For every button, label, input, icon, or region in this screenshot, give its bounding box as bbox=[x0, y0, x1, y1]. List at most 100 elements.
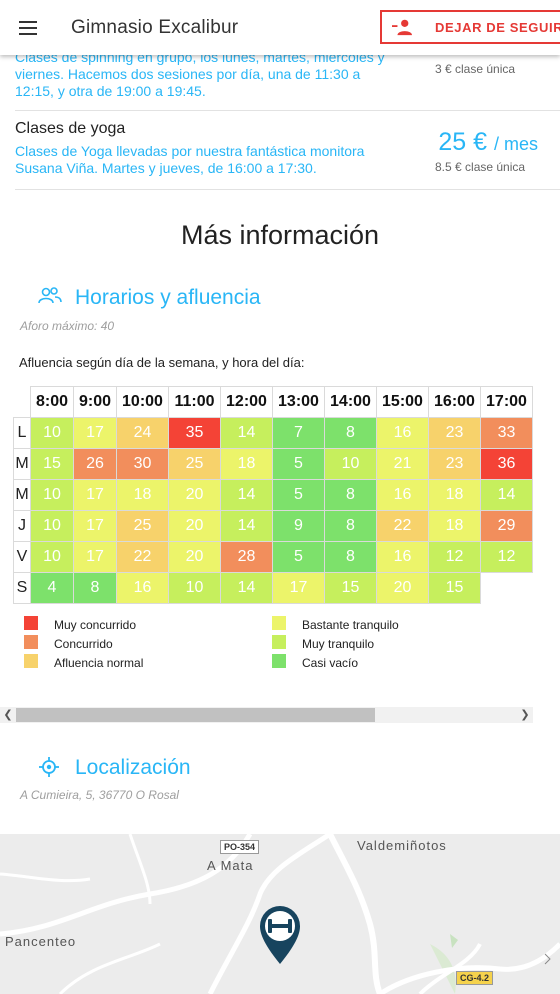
location-map[interactable]: Valdemiñotos A Mata Pancenteo PO-354 CG-… bbox=[0, 834, 560, 994]
hour-header: 11:00 bbox=[168, 386, 221, 418]
occupancy-table: 8:00 9:00 10:00 11:00 12:00 13:00 14:00 15:00 16… bbox=[13, 386, 533, 604]
unfollow-label: DEJAR DE SEGUIR bbox=[435, 19, 560, 35]
occupancy-cell: 15 bbox=[30, 448, 74, 480]
occupancy-table-scroll[interactable]: 8:00 9:00 10:00 11:00 12:00 13:00 14:00 15:00 16… bbox=[13, 386, 533, 606]
occupancy-cell: 15 bbox=[428, 572, 481, 604]
day-label: S bbox=[13, 572, 31, 604]
legend-label: Bastante tranquilo bbox=[302, 618, 399, 632]
occupancy-cell: 9 bbox=[272, 510, 325, 542]
occupancy-cell: 30 bbox=[116, 448, 169, 480]
legend-item: Muy tranquilo bbox=[272, 635, 374, 653]
occupancy-cell: 18 bbox=[428, 510, 481, 542]
legend-item: Muy concurrido bbox=[24, 616, 136, 634]
unfollow-button[interactable]: DEJAR DE SEGUIR bbox=[380, 10, 560, 44]
occupancy-cell: 8 bbox=[324, 417, 377, 449]
empty-cell bbox=[480, 572, 533, 604]
occupancy-cell: 20 bbox=[168, 541, 221, 573]
occupancy-cell: 17 bbox=[272, 572, 325, 604]
occupancy-cell: 17 bbox=[73, 510, 117, 542]
legend-swatch bbox=[272, 635, 286, 649]
occupancy-cell: 16 bbox=[376, 417, 429, 449]
occupancy-cell: 17 bbox=[73, 417, 117, 449]
occupancy-cell: 20 bbox=[376, 572, 429, 604]
legend-label: Casi vacío bbox=[302, 656, 359, 670]
occupancy-cell: 8 bbox=[324, 541, 377, 573]
people-icon bbox=[38, 287, 62, 304]
road-badge: PO-354 bbox=[220, 840, 260, 854]
occupancy-cell: 33 bbox=[480, 417, 533, 449]
legend-swatch bbox=[272, 654, 286, 668]
occupancy-cell: 18 bbox=[428, 479, 481, 511]
occupancy-cell: 25 bbox=[168, 448, 221, 480]
occupancy-cell: 8 bbox=[73, 572, 117, 604]
occupancy-cell: 29 bbox=[480, 510, 533, 542]
legend-swatch bbox=[24, 635, 38, 649]
occupancy-cell: 14 bbox=[220, 479, 273, 511]
price-item-description: Clases de spinning en grupo, los lunes, … bbox=[15, 49, 385, 99]
day-row: L 10 17 24 35 14 7 8 16 23 33 bbox=[13, 417, 533, 449]
legend-label: Muy concurrido bbox=[54, 618, 137, 632]
location-target-icon bbox=[39, 757, 59, 777]
occupancy-cell: 10 bbox=[30, 479, 74, 511]
header-corner bbox=[13, 386, 31, 418]
menu-button[interactable] bbox=[0, 0, 56, 55]
occupancy-cell: 24 bbox=[116, 417, 169, 449]
legend-label: Afluencia normal bbox=[54, 656, 144, 670]
occupancy-cell: 17 bbox=[73, 541, 117, 573]
hour-header: 9:00 bbox=[73, 386, 117, 418]
occupancy-cell: 7 bbox=[272, 417, 325, 449]
legend-item: Casi vacío bbox=[272, 654, 358, 672]
occupancy-cell: 21 bbox=[376, 448, 429, 480]
occupancy-cell: 10 bbox=[324, 448, 377, 480]
occupancy-cell: 25 bbox=[116, 510, 169, 542]
legend-swatch bbox=[272, 616, 286, 630]
occupancy-cell: 12 bbox=[428, 541, 481, 573]
occupancy-cell: 35 bbox=[168, 417, 221, 449]
day-label: V bbox=[13, 541, 31, 573]
hour-header: 17:00 bbox=[480, 386, 533, 418]
remove-person-icon bbox=[392, 19, 412, 36]
occupancy-cell: 22 bbox=[376, 510, 429, 542]
max-capacity: Aforo máximo: 40 bbox=[20, 319, 115, 333]
map-place-label: A Mata bbox=[207, 858, 254, 873]
occupancy-cell: 14 bbox=[480, 479, 533, 511]
occupancy-cell: 14 bbox=[220, 417, 273, 449]
day-row: J 10 17 25 20 14 9 8 22 18 29 bbox=[13, 510, 533, 542]
occupancy-cell: 16 bbox=[376, 479, 429, 511]
occupancy-cell: 4 bbox=[30, 572, 74, 604]
single-class-price: 8.5 € clase única bbox=[435, 160, 526, 174]
day-label: M bbox=[13, 448, 31, 480]
occupancy-cell: 10 bbox=[168, 572, 221, 604]
road-badge: CG-4.2 bbox=[456, 971, 494, 985]
occupancy-cell: 36 bbox=[480, 448, 533, 480]
occupancy-cell: 18 bbox=[116, 479, 169, 511]
scroll-right-icon[interactable]: ❯ bbox=[517, 707, 533, 723]
occupancy-cell: 15 bbox=[324, 572, 377, 604]
occupancy-cell: 18 bbox=[220, 448, 273, 480]
occupancy-cell: 26 bbox=[73, 448, 117, 480]
price-unit: / mes bbox=[493, 134, 538, 154]
day-row: M 10 17 18 20 14 5 8 16 18 14 bbox=[13, 479, 533, 511]
occupancy-cell: 16 bbox=[376, 541, 429, 573]
occupancy-cell: 8 bbox=[324, 510, 377, 542]
legend-item: Afluencia normal bbox=[24, 654, 143, 672]
horizontal-scrollbar[interactable]: ❮ ❯ bbox=[0, 707, 533, 723]
day-row: V 10 17 22 20 28 5 8 16 12 12 bbox=[13, 541, 533, 573]
occupancy-cell: 14 bbox=[220, 510, 273, 542]
hour-header: 16:00 bbox=[428, 386, 481, 418]
scrollbar-thumb[interactable] bbox=[16, 708, 375, 722]
price-item-description: Clases de Yoga llevadas por nuestra fant… bbox=[15, 143, 365, 176]
price-item-yoga: Clases de yoga Clases de Yoga llevadas p… bbox=[15, 111, 560, 190]
legend-item: Bastante tranquilo bbox=[272, 616, 399, 634]
more-info-heading: Más información bbox=[180, 220, 380, 250]
legend-swatch bbox=[24, 654, 38, 668]
occupancy-cell: 10 bbox=[30, 541, 74, 573]
day-label: M bbox=[13, 479, 31, 511]
day-label: J bbox=[13, 510, 31, 542]
hour-header: 8:00 bbox=[30, 386, 74, 418]
app-title: Gimnasio Excalibur bbox=[71, 16, 239, 38]
occupancy-cell: 5 bbox=[272, 541, 325, 573]
schedule-title: Horarios y afluencia bbox=[75, 286, 261, 309]
occupancy-cell: 20 bbox=[168, 479, 221, 511]
scroll-left-icon[interactable]: ❮ bbox=[0, 707, 16, 723]
